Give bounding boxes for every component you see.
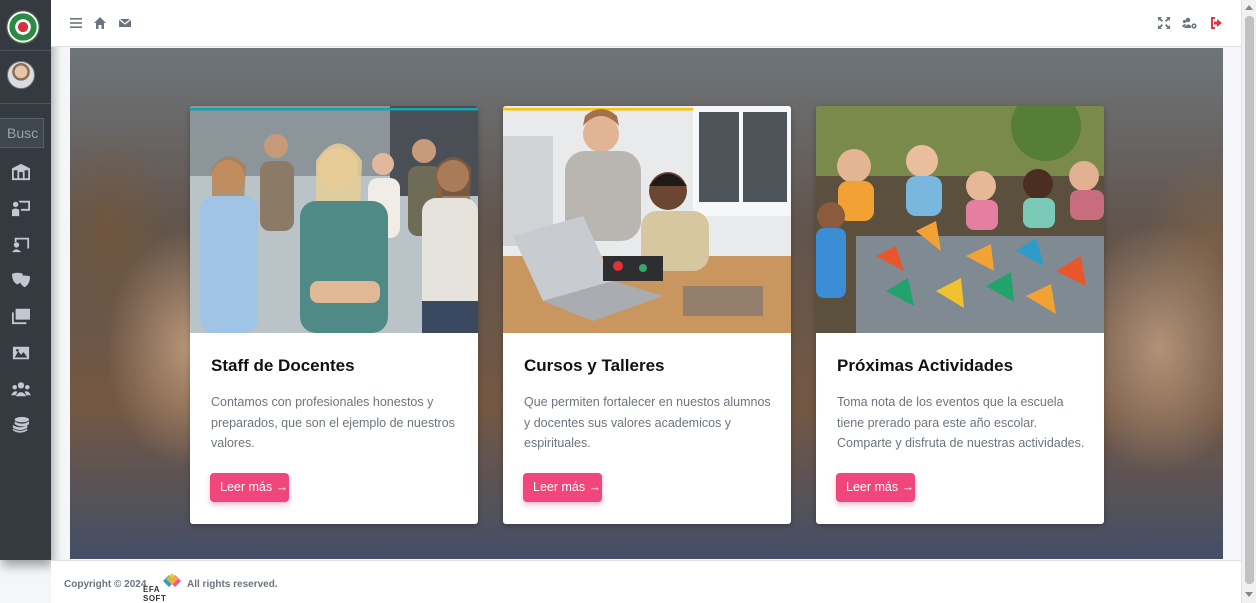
card-title: Cursos y Talleres <box>524 356 665 375</box>
card-title: Staff de Docentes <box>211 356 355 375</box>
envelope-icon[interactable] <box>118 16 132 30</box>
users-cog-icon[interactable] <box>1182 16 1198 30</box>
card-description: Contamos con profesionales honestos y pr… <box>211 395 455 451</box>
page-scrollbar[interactable] <box>1241 0 1256 603</box>
chalkboard-icon[interactable] <box>10 235 32 253</box>
users-icon[interactable] <box>10 380 32 398</box>
copyright-text: Copyright © 2024 <box>64 579 147 590</box>
card-description: Que permiten fortalecer en nuestos alumn… <box>524 395 771 451</box>
home-icon[interactable] <box>93 16 107 30</box>
card-title: Próximas Actividades <box>837 356 1014 375</box>
sidebar-search-input[interactable]: Busc <box>0 118 44 148</box>
arrow-right-icon: → <box>901 480 915 494</box>
user-avatar[interactable] <box>7 61 35 89</box>
logout-icon[interactable] <box>1209 16 1223 30</box>
footer: Copyright © 2024 EFA SOFT All rights res… <box>51 560 1241 603</box>
photo-gallery-icon[interactable] <box>10 307 32 325</box>
arrow-right-icon: → <box>588 480 602 494</box>
card-image-teachers <box>190 106 478 333</box>
school-logo[interactable] <box>6 10 40 44</box>
rights-text: All rights reserved. <box>187 579 278 590</box>
read-more-button[interactable]: Leer más → <box>836 473 915 502</box>
scroll-down-arrow-icon[interactable] <box>1245 592 1253 597</box>
menu-icon[interactable] <box>69 16 83 30</box>
sidebar: Busc <box>0 0 51 560</box>
theater-masks-icon[interactable] <box>10 271 32 289</box>
scrollbar-thumb[interactable] <box>1245 16 1254 584</box>
coins-icon[interactable] <box>10 416 32 434</box>
image-icon[interactable] <box>10 344 32 362</box>
card-image-workshop <box>503 106 791 333</box>
card-image-origami <box>816 106 1104 333</box>
scroll-up-arrow-icon[interactable] <box>1245 5 1253 10</box>
efa-soft-logo: EFA SOFT <box>143 573 183 603</box>
school-icon[interactable] <box>10 163 32 181</box>
card-courses: Cursos y Talleres Que permiten fortalece… <box>503 106 791 524</box>
chalkboard-teacher-icon[interactable] <box>10 199 32 217</box>
sidebar-divider <box>0 103 51 104</box>
card-staff: Staff de Docentes Contamos con profesion… <box>190 106 478 524</box>
top-navbar <box>51 0 1241 47</box>
read-more-button[interactable]: Leer más → <box>210 473 289 502</box>
card-activities: Próximas Actividades Toma nota de los ev… <box>816 106 1104 524</box>
fullscreen-icon[interactable] <box>1157 16 1171 30</box>
read-more-button[interactable]: Leer más → <box>523 473 602 502</box>
card-description: Toma nota de los eventos que la escuela … <box>837 395 1085 451</box>
sidebar-divider <box>0 50 51 51</box>
arrow-right-icon: → <box>275 480 289 494</box>
